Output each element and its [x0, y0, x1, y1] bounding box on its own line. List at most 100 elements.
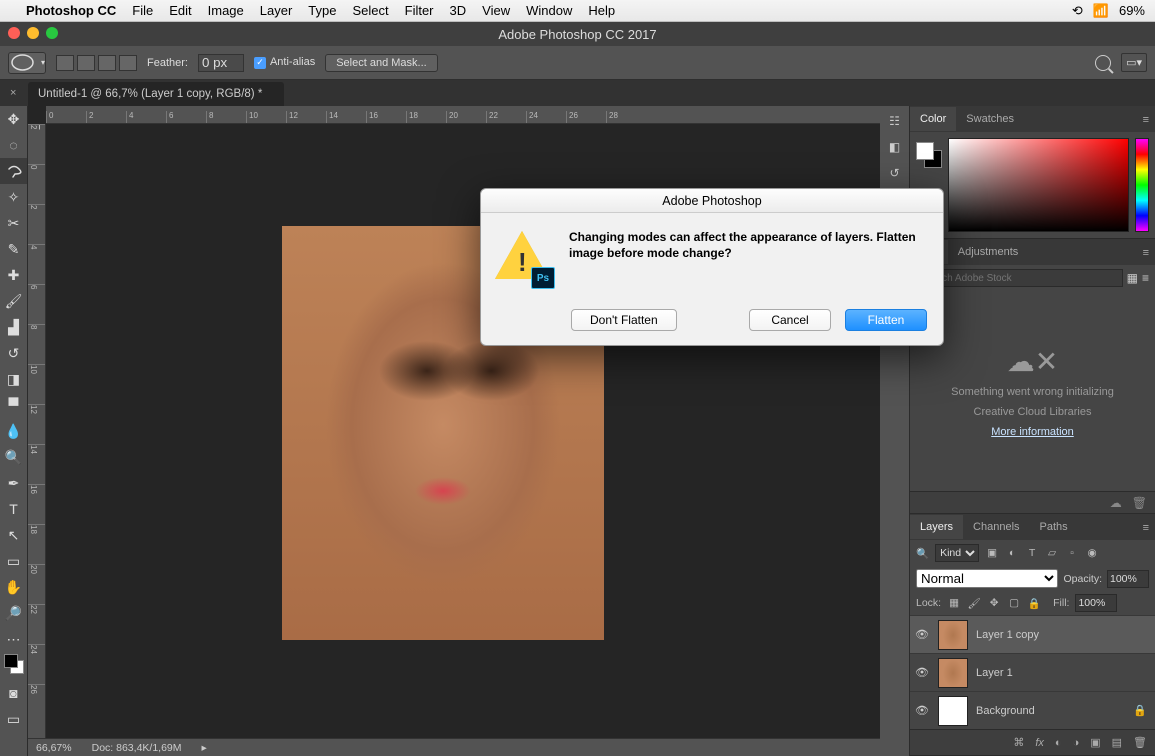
blend-mode-select[interactable]: Normal	[916, 569, 1058, 588]
layer-thumbnail[interactable]	[938, 658, 968, 688]
zoom-level[interactable]: 66,67%	[36, 742, 72, 754]
mask-icon[interactable]: ◐	[1055, 737, 1062, 749]
mac-menu-filter[interactable]: Filter	[405, 3, 434, 18]
layer-thumbnail[interactable]	[938, 696, 968, 726]
filter-type-icon[interactable]: T	[1025, 546, 1039, 560]
filter-kind-select[interactable]: Kind	[935, 544, 979, 562]
new-selection-button[interactable]	[56, 55, 74, 71]
edit-toolbar-icon[interactable]: ⋯	[0, 626, 27, 652]
hue-slider[interactable]	[1135, 138, 1149, 232]
cc-icon[interactable]: ⟲	[1072, 3, 1083, 19]
fx-icon[interactable]: fx	[1035, 737, 1044, 749]
search-icon[interactable]	[1095, 55, 1111, 71]
visibility-icon[interactable]: 👁	[914, 704, 930, 717]
panel-menu-icon[interactable]: ≡	[1143, 114, 1149, 126]
healing-tool[interactable]: ✚	[0, 262, 27, 288]
layer-thumbnail[interactable]	[938, 620, 968, 650]
clone-stamp-tool[interactable]: ▟	[0, 314, 27, 340]
mac-menu-3d[interactable]: 3D	[450, 3, 467, 18]
lock-pixels-icon[interactable]: 🖌	[967, 597, 981, 610]
zoom-tool[interactable]: 🔎	[0, 600, 27, 626]
color-swatches[interactable]	[0, 652, 27, 680]
group-icon[interactable]: ▣	[1090, 736, 1100, 749]
adjustment-icon[interactable]: ◑	[1073, 737, 1080, 749]
visibility-icon[interactable]: 👁	[914, 628, 930, 641]
magic-wand-tool[interactable]: ✧	[0, 184, 27, 210]
layer-row[interactable]: 👁 Layer 1 copy	[910, 615, 1155, 653]
library-search-input[interactable]	[916, 269, 1123, 287]
history-brush-tool[interactable]: ↺	[0, 340, 27, 366]
filter-toggle-icon[interactable]: ◉	[1085, 546, 1099, 560]
dock-icon-2[interactable]: ◧	[889, 140, 900, 154]
mac-menu-select[interactable]: Select	[352, 3, 388, 18]
tool-preset-picker[interactable]: ▾	[8, 52, 46, 74]
layer-name[interactable]: Layer 1	[976, 667, 1013, 679]
dodge-tool[interactable]: 🔍	[0, 444, 27, 470]
more-information-link[interactable]: More information	[991, 426, 1074, 438]
traffic-lights[interactable]	[8, 27, 58, 39]
filter-smart-icon[interactable]: ▫	[1065, 546, 1079, 560]
dont-flatten-button[interactable]: Don't Flatten	[571, 309, 677, 331]
tab-adjustments[interactable]: Adjustments	[948, 240, 1029, 264]
tab-channels[interactable]: Channels	[963, 515, 1029, 539]
ruler-vertical[interactable]: 202468101214161820222426	[28, 124, 46, 738]
eraser-tool[interactable]: ◨	[0, 366, 27, 392]
document-tab[interactable]: × Untitled-1 @ 66,7% (Layer 1 copy, RGB/…	[28, 82, 284, 106]
list-view-icon[interactable]: ≡	[1142, 271, 1149, 285]
grid-view-icon[interactable]: ▦	[1127, 271, 1138, 285]
mac-menu-help[interactable]: Help	[588, 3, 615, 18]
screen-mode-icon[interactable]: ▭	[0, 706, 27, 732]
tab-paths[interactable]: Paths	[1030, 515, 1078, 539]
mac-menu-edit[interactable]: Edit	[169, 3, 191, 18]
wifi-icon[interactable]: 📶	[1093, 3, 1109, 19]
add-selection-button[interactable]	[77, 55, 95, 71]
select-and-mask-button[interactable]: Select and Mask...	[325, 54, 438, 72]
filter-search-icon[interactable]: 🔍	[916, 547, 929, 560]
link-layers-icon[interactable]: ⌘	[1013, 736, 1024, 749]
path-select-tool[interactable]: ↖	[0, 522, 27, 548]
hand-tool[interactable]: ✋	[0, 574, 27, 600]
lock-position-icon[interactable]: ✥	[987, 597, 1001, 609]
cancel-button[interactable]: Cancel	[749, 309, 831, 331]
mac-menu-layer[interactable]: Layer	[260, 3, 293, 18]
crop-tool[interactable]: ✂	[0, 210, 27, 236]
layer-name[interactable]: Layer 1 copy	[976, 629, 1039, 641]
eyedropper-tool[interactable]: ✎	[0, 236, 27, 262]
shape-tool[interactable]: ▭	[0, 548, 27, 574]
delete-layer-icon[interactable]: 🗑	[1133, 736, 1147, 749]
tab-swatches[interactable]: Swatches	[956, 107, 1024, 131]
status-arrow-icon[interactable]: ▸	[202, 742, 207, 754]
type-tool[interactable]: T	[0, 496, 27, 522]
flatten-button[interactable]: Flatten	[845, 309, 927, 331]
tab-color[interactable]: Color	[910, 107, 956, 131]
minimize-window-icon[interactable]	[27, 27, 39, 39]
lock-transparent-icon[interactable]: ▦	[947, 597, 961, 609]
mac-menu-image[interactable]: Image	[208, 3, 244, 18]
quick-mask-icon[interactable]: ◙	[0, 680, 27, 706]
intersect-selection-button[interactable]	[119, 55, 137, 71]
tab-layers[interactable]: Layers	[910, 515, 963, 539]
filter-pixel-icon[interactable]: ▣	[985, 546, 999, 560]
move-tool[interactable]: ✥	[0, 106, 27, 132]
doc-size[interactable]: Doc: 863,4K/1,69M	[92, 742, 182, 754]
dock-icon-3[interactable]: ↺	[889, 166, 899, 180]
workspace-switcher[interactable]: ▭▾	[1121, 53, 1147, 72]
panel-menu-icon[interactable]: ≡	[1143, 247, 1149, 259]
close-tab-icon[interactable]: ×	[10, 87, 16, 99]
antialias-checkbox[interactable]: ✓Anti-alias	[254, 56, 315, 69]
feather-input[interactable]	[198, 54, 244, 72]
lasso-tool[interactable]	[0, 158, 27, 184]
lock-all-icon[interactable]: 🔒	[1027, 597, 1041, 610]
fill-input[interactable]	[1075, 594, 1117, 612]
subtract-selection-button[interactable]	[98, 55, 116, 71]
ruler-horizontal[interactable]: 0246810121416182022242628	[46, 106, 880, 124]
opacity-input[interactable]	[1107, 570, 1149, 588]
cloud-icon[interactable]: ☁	[1110, 496, 1122, 510]
lock-artboard-icon[interactable]: ▢	[1007, 597, 1021, 609]
dock-icon-1[interactable]: ☷	[889, 114, 900, 128]
filter-adjust-icon[interactable]: ◐	[1005, 546, 1019, 560]
zoom-window-icon[interactable]	[46, 27, 58, 39]
mac-menu-type[interactable]: Type	[308, 3, 336, 18]
layer-name[interactable]: Background	[976, 705, 1035, 717]
close-window-icon[interactable]	[8, 27, 20, 39]
